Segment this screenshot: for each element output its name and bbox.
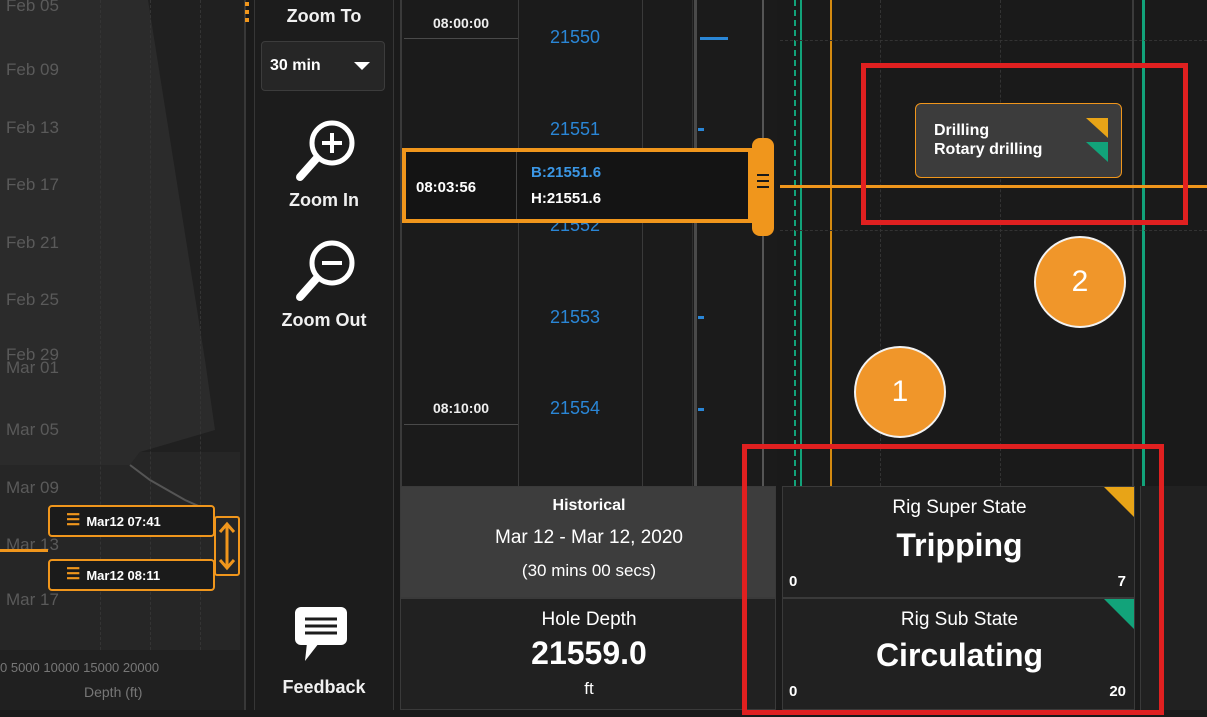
grid-line <box>150 0 151 650</box>
hamburger-icon: ☰ <box>66 566 81 583</box>
zoom-in-button[interactable] <box>290 115 360 192</box>
range-start-handle[interactable]: ☰ Mar12 07:41 <box>48 505 215 537</box>
date-label: Mar 01 <box>6 358 59 377</box>
depth-tick <box>698 128 704 131</box>
hole-depth-unit: ft <box>584 679 594 698</box>
zoom-to-label: Zoom To <box>286 6 362 26</box>
date-label: Feb 17 <box>6 175 59 194</box>
state-line <box>830 0 832 486</box>
historical-duration: (30 mins 00 secs) <box>521 561 657 580</box>
depth-axis-ticks: 0 5000 10000 15000 20000 <box>0 660 160 675</box>
cursor-hole-depth: H:21551.6 <box>531 190 602 207</box>
highlight-box-states <box>742 444 1164 715</box>
depth-tick <box>698 408 704 411</box>
drag-dots-icon[interactable] <box>245 0 251 30</box>
grid-line <box>780 230 1207 231</box>
hole-depth-value: 21559.0 <box>531 635 647 671</box>
time-divider <box>404 38 518 39</box>
hamburger-icon: ☰ <box>66 512 81 529</box>
zoom-interval-value: 30 min <box>270 57 321 74</box>
time-label: 08:00:00 <box>432 15 490 31</box>
range-end-label: Mar12 08:11 <box>86 567 161 583</box>
date-label: Mar 13 <box>6 535 59 554</box>
date-label: Feb 05 <box>6 0 59 15</box>
state-line <box>794 0 796 486</box>
date-label: Feb 25 <box>6 290 59 309</box>
column-divider <box>642 0 643 486</box>
depth-label: 21551 <box>550 119 601 139</box>
date-label: Mar 05 <box>6 420 59 439</box>
highlight-box-activity <box>861 63 1188 225</box>
depth-label: 21554 <box>550 398 601 418</box>
zoom-in-label[interactable]: Zoom In <box>255 190 393 211</box>
cursor-bit-depth: B:21551.6 <box>531 164 602 181</box>
time-label: 08:10:00 <box>432 400 490 416</box>
resize-vertical-icon <box>218 521 236 571</box>
historical-title: Historical <box>552 497 626 514</box>
feedback-label[interactable]: Feedback <box>255 677 393 698</box>
zoom-tool-panel: Zoom To 30 min Zoom In Zoom Out Feedback <box>245 0 394 710</box>
range-start-label: Mar12 07:41 <box>86 513 161 529</box>
depth-tick <box>698 316 704 319</box>
state-line <box>800 0 802 486</box>
time-divider <box>404 424 518 425</box>
depth-label: 21550 <box>550 27 601 47</box>
hole-depth-label: Hole Depth <box>541 609 637 630</box>
date-label: Mar 09 <box>6 478 59 497</box>
column-divider <box>694 0 697 486</box>
timeline-panel[interactable]: Feb 05 Feb 09 Feb 13 Feb 17 Feb 21 Feb 2… <box>0 0 246 710</box>
grid-line <box>100 0 101 650</box>
hamburger-icon <box>757 174 769 192</box>
cursor-time: 08:03:56 <box>416 179 477 196</box>
chevron-down-icon <box>354 62 370 70</box>
depth-tick <box>700 37 728 40</box>
date-label: Feb 21 <box>6 233 59 252</box>
feedback-button[interactable] <box>291 605 353 670</box>
zoom-out-label[interactable]: Zoom Out <box>255 310 393 331</box>
cursor-divider <box>516 152 517 219</box>
zoom-in-icon <box>296 120 355 181</box>
grid-line <box>200 0 201 650</box>
range-end-handle[interactable]: ☰ Mar12 08:11 <box>48 559 215 591</box>
range-marker-line <box>0 549 48 552</box>
chat-bubble-icon <box>295 607 347 661</box>
column-divider <box>692 0 693 486</box>
depth-label: 21553 <box>550 307 601 327</box>
hole-depth-cell: Hole Depth 21559.0 ft <box>400 598 776 710</box>
zoom-out-button[interactable] <box>290 235 360 312</box>
zoom-interval-select[interactable]: 30 min <box>261 41 385 91</box>
range-resize-handle[interactable] <box>214 516 240 576</box>
depth-cursor-readout[interactable]: 08:03:56 B:21551.6 H:21551.6 <box>402 148 752 223</box>
callout-2: 2 <box>1034 236 1126 328</box>
zoom-out-icon <box>296 240 355 301</box>
historical-range-cell[interactable]: Historical Mar 12 - Mar 12, 2020 (30 min… <box>400 486 776 598</box>
historical-range: Mar 12 - Mar 12, 2020 <box>495 527 683 548</box>
depth-log-panel[interactable]: 08:00:00 08:10:00 21550 21551 21552 2155… <box>400 0 777 486</box>
date-label: Feb 09 <box>6 60 59 79</box>
depth-axis-title: Depth (ft) <box>84 684 143 700</box>
cursor-drag-handle[interactable] <box>752 138 774 236</box>
date-label: Feb 13 <box>6 118 59 137</box>
column-divider <box>518 0 519 486</box>
date-label: Mar 17 <box>6 590 59 609</box>
callout-1: 1 <box>854 346 946 438</box>
column-divider <box>762 0 764 486</box>
grid-line <box>780 40 1207 41</box>
